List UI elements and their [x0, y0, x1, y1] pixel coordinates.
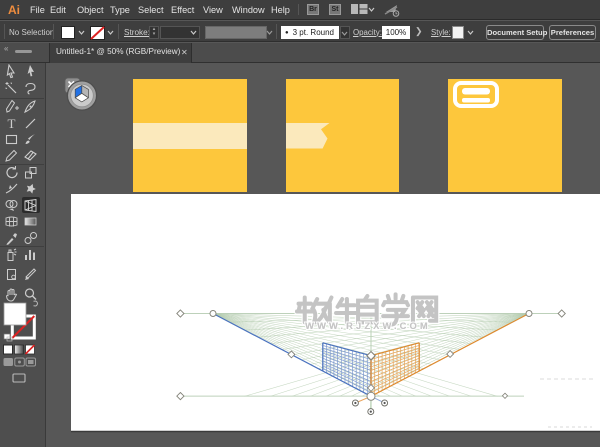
- svg-text:WWW.RJZXW.COM: WWW.RJZXW.COM: [305, 320, 431, 331]
